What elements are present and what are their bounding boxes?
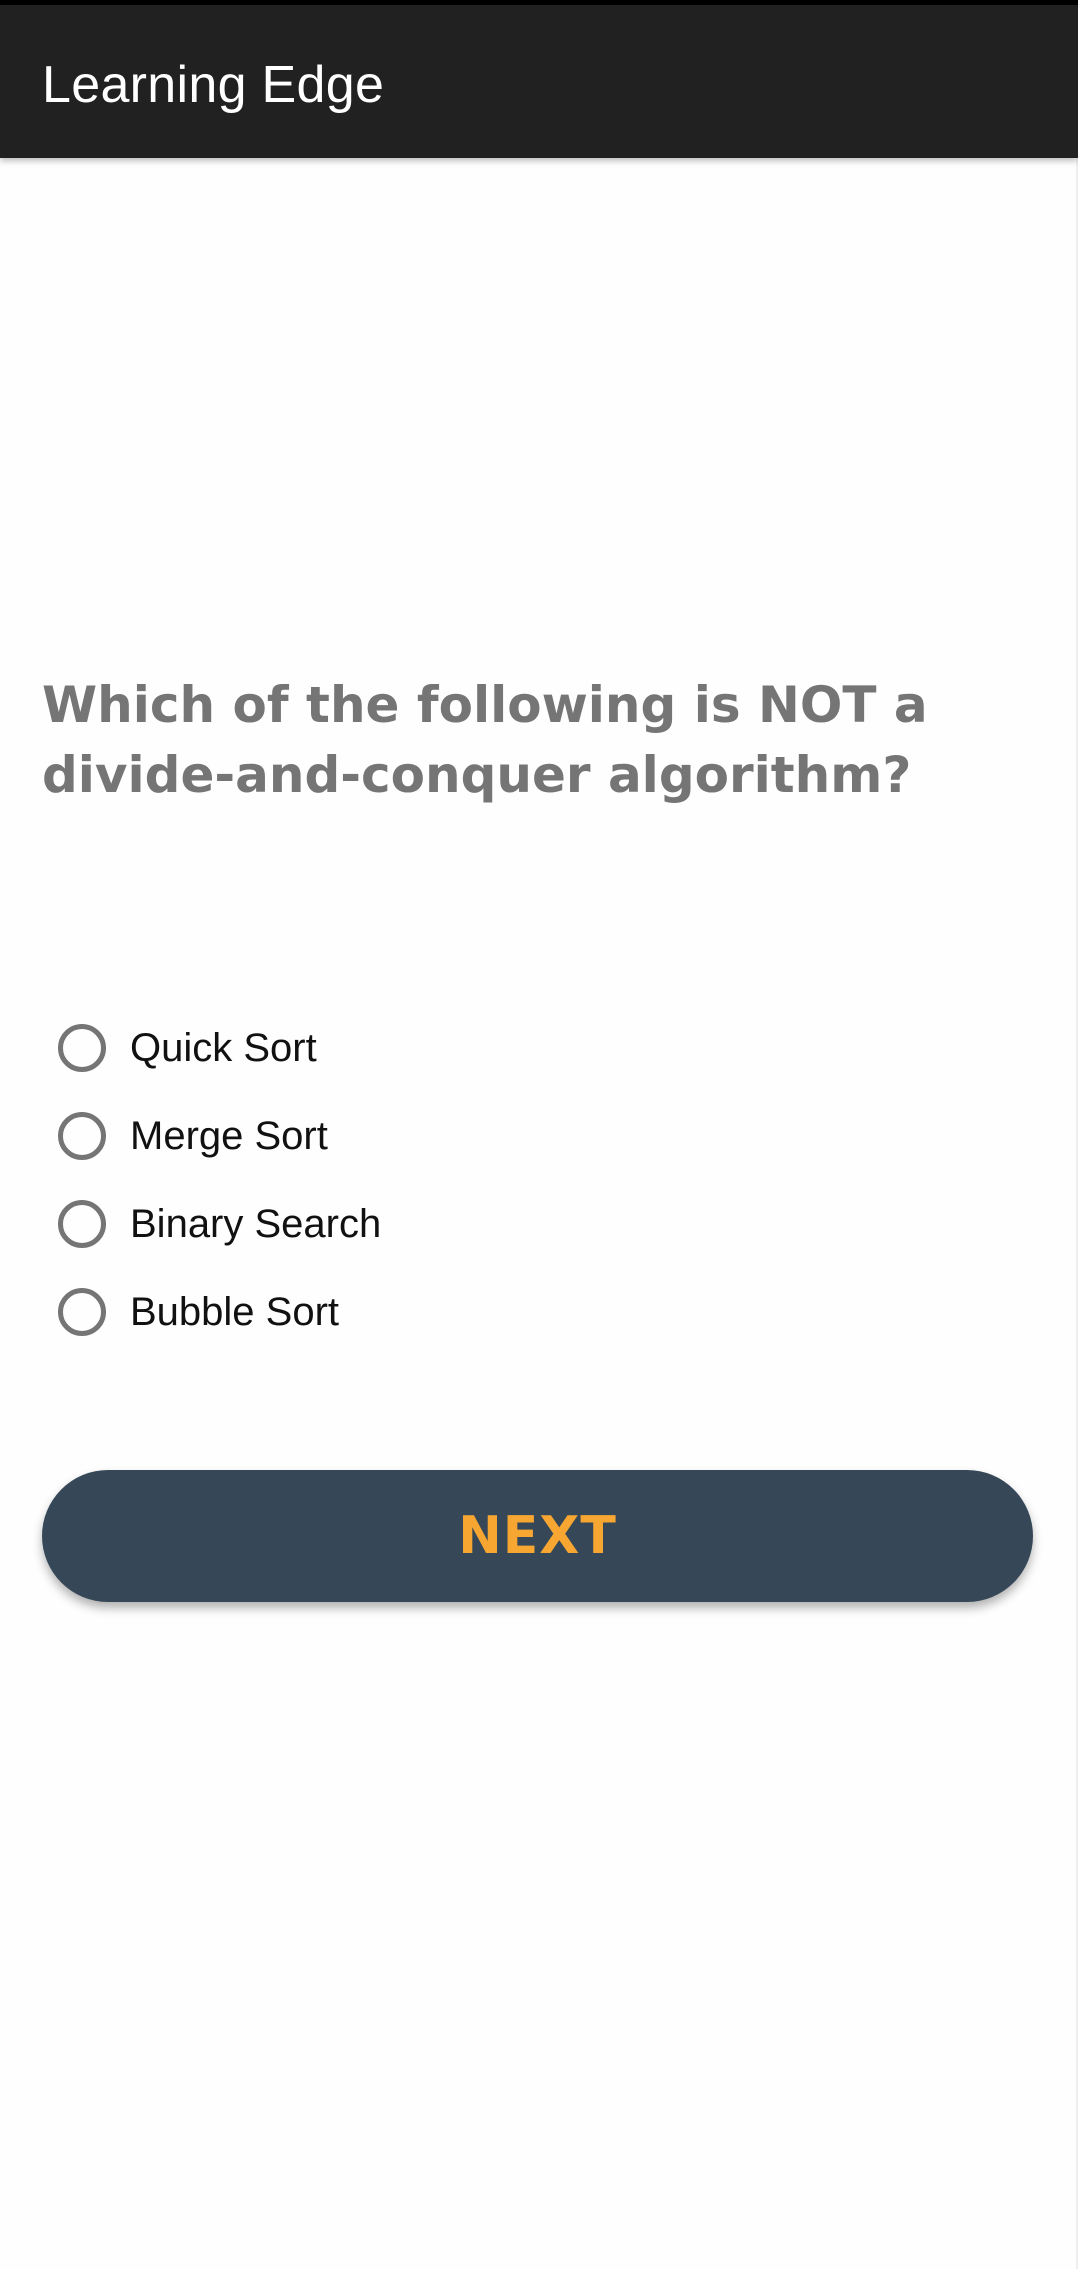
- next-button[interactable]: NEXT: [42, 1470, 1033, 1602]
- question-text: Which of the following is NOT a divide-a…: [42, 676, 928, 804]
- app-title: Learning Edge: [42, 56, 385, 114]
- radio-button[interactable]: [58, 1200, 106, 1248]
- option-label: Quick Sort: [130, 1025, 317, 1070]
- answer-options: Quick Sort Merge Sort Binary Search Bubb…: [56, 1024, 956, 1390]
- option-merge-sort[interactable]: Merge Sort: [56, 1092, 956, 1180]
- option-quick-sort[interactable]: Quick Sort: [56, 1004, 956, 1092]
- app-bar: Learning Edge: [0, 5, 1078, 158]
- option-label: Bubble Sort: [130, 1289, 340, 1334]
- option-label: Binary Search: [130, 1201, 382, 1246]
- radio-button[interactable]: [58, 1288, 106, 1336]
- radio-button[interactable]: [58, 1112, 106, 1160]
- option-label: Merge Sort: [130, 1113, 328, 1158]
- radio-button[interactable]: [58, 1024, 106, 1072]
- option-bubble-sort[interactable]: Bubble Sort: [56, 1268, 956, 1356]
- option-binary-search[interactable]: Binary Search: [56, 1180, 956, 1268]
